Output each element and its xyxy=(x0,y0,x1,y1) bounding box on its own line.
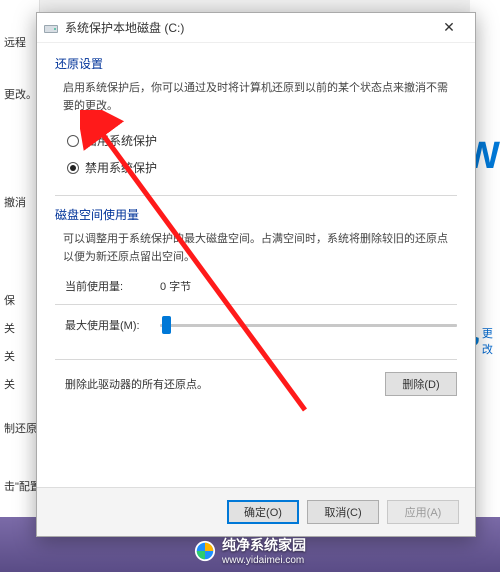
watermark: 纯净系统家园 www.yidaimei.com xyxy=(194,535,306,566)
drive-icon xyxy=(43,20,59,36)
bg-text: 更改。 xyxy=(0,80,39,108)
ok-button[interactable]: 确定(O) xyxy=(227,500,299,524)
current-usage-row: 当前使用量: 0 字节 xyxy=(65,278,457,294)
dialog-footer: 确定(O) 取消(C) 应用(A) xyxy=(37,487,475,536)
disk-heading: 磁盘空间使用量 xyxy=(55,206,457,223)
protection-radio-group: 启用系统保护 禁用系统保护 xyxy=(67,127,457,181)
max-usage-row: 最大使用量(M): xyxy=(65,315,457,335)
bg-text: 关 xyxy=(0,342,39,370)
radio-label: 禁用系统保护 xyxy=(85,159,157,176)
slider-thumb[interactable] xyxy=(162,316,171,334)
divider xyxy=(55,359,457,360)
titlebar: 系统保护本地磁盘 (C:) ✕ xyxy=(37,13,475,43)
bg-left-panel: 远程 更改。 撤消 保 关 关 关 制还原 击"配置 xyxy=(0,0,40,572)
dialog-title: 系统保护本地磁盘 (C:) xyxy=(65,19,429,36)
max-usage-slider[interactable] xyxy=(160,315,457,335)
bg-text: 制还原 xyxy=(0,414,39,442)
system-protection-dialog: 系统保护本地磁盘 (C:) ✕ 还原设置 启用系统保护后，你可以通过及时将计算机… xyxy=(36,12,476,537)
cancel-button[interactable]: 取消(C) xyxy=(307,500,379,524)
bg-text: 关 xyxy=(0,314,39,342)
restore-desc: 启用系统保护后，你可以通过及时将计算机还原到以前的某个状态点来撤消不需要的更改。 xyxy=(63,80,457,115)
apply-button[interactable]: 应用(A) xyxy=(387,500,459,524)
max-usage-label: 最大使用量(M): xyxy=(65,317,160,333)
radio-icon xyxy=(67,135,79,147)
bg-change-label: 更改 xyxy=(482,325,500,357)
bg-text: 关 xyxy=(0,370,39,398)
current-usage-value: 0 字节 xyxy=(160,278,191,294)
enable-protection-option[interactable]: 启用系统保护 xyxy=(67,127,457,154)
radio-label: 启用系统保护 xyxy=(85,132,157,149)
dialog-content: 还原设置 启用系统保护后，你可以通过及时将计算机还原到以前的某个状态点来撤消不需… xyxy=(37,43,475,487)
bg-text: 击"配置 xyxy=(0,472,39,500)
current-usage-label: 当前使用量: xyxy=(65,278,160,294)
delete-button[interactable]: 删除(D) xyxy=(385,372,457,396)
disable-protection-option[interactable]: 禁用系统保护 xyxy=(67,154,457,181)
restore-heading: 还原设置 xyxy=(55,55,457,72)
slider-track xyxy=(160,324,457,327)
watermark-url: www.yidaimei.com xyxy=(222,555,306,566)
watermark-logo-icon xyxy=(194,540,216,562)
divider xyxy=(55,195,457,196)
watermark-name: 纯净系统家园 xyxy=(222,535,306,555)
divider xyxy=(55,304,457,305)
bg-text: 撤消 xyxy=(0,188,39,216)
radio-icon xyxy=(67,162,79,174)
bg-text: 保 xyxy=(0,286,39,314)
close-button[interactable]: ✕ xyxy=(429,13,469,43)
bg-text: 远程 xyxy=(0,28,39,56)
delete-row: 删除此驱动器的所有还原点。 删除(D) xyxy=(65,372,457,396)
disk-desc: 可以调整用于系统保护的最大磁盘空间。占满空间时，系统将删除较旧的还原点以便为新还… xyxy=(63,231,457,266)
delete-desc: 删除此驱动器的所有还原点。 xyxy=(65,376,385,392)
